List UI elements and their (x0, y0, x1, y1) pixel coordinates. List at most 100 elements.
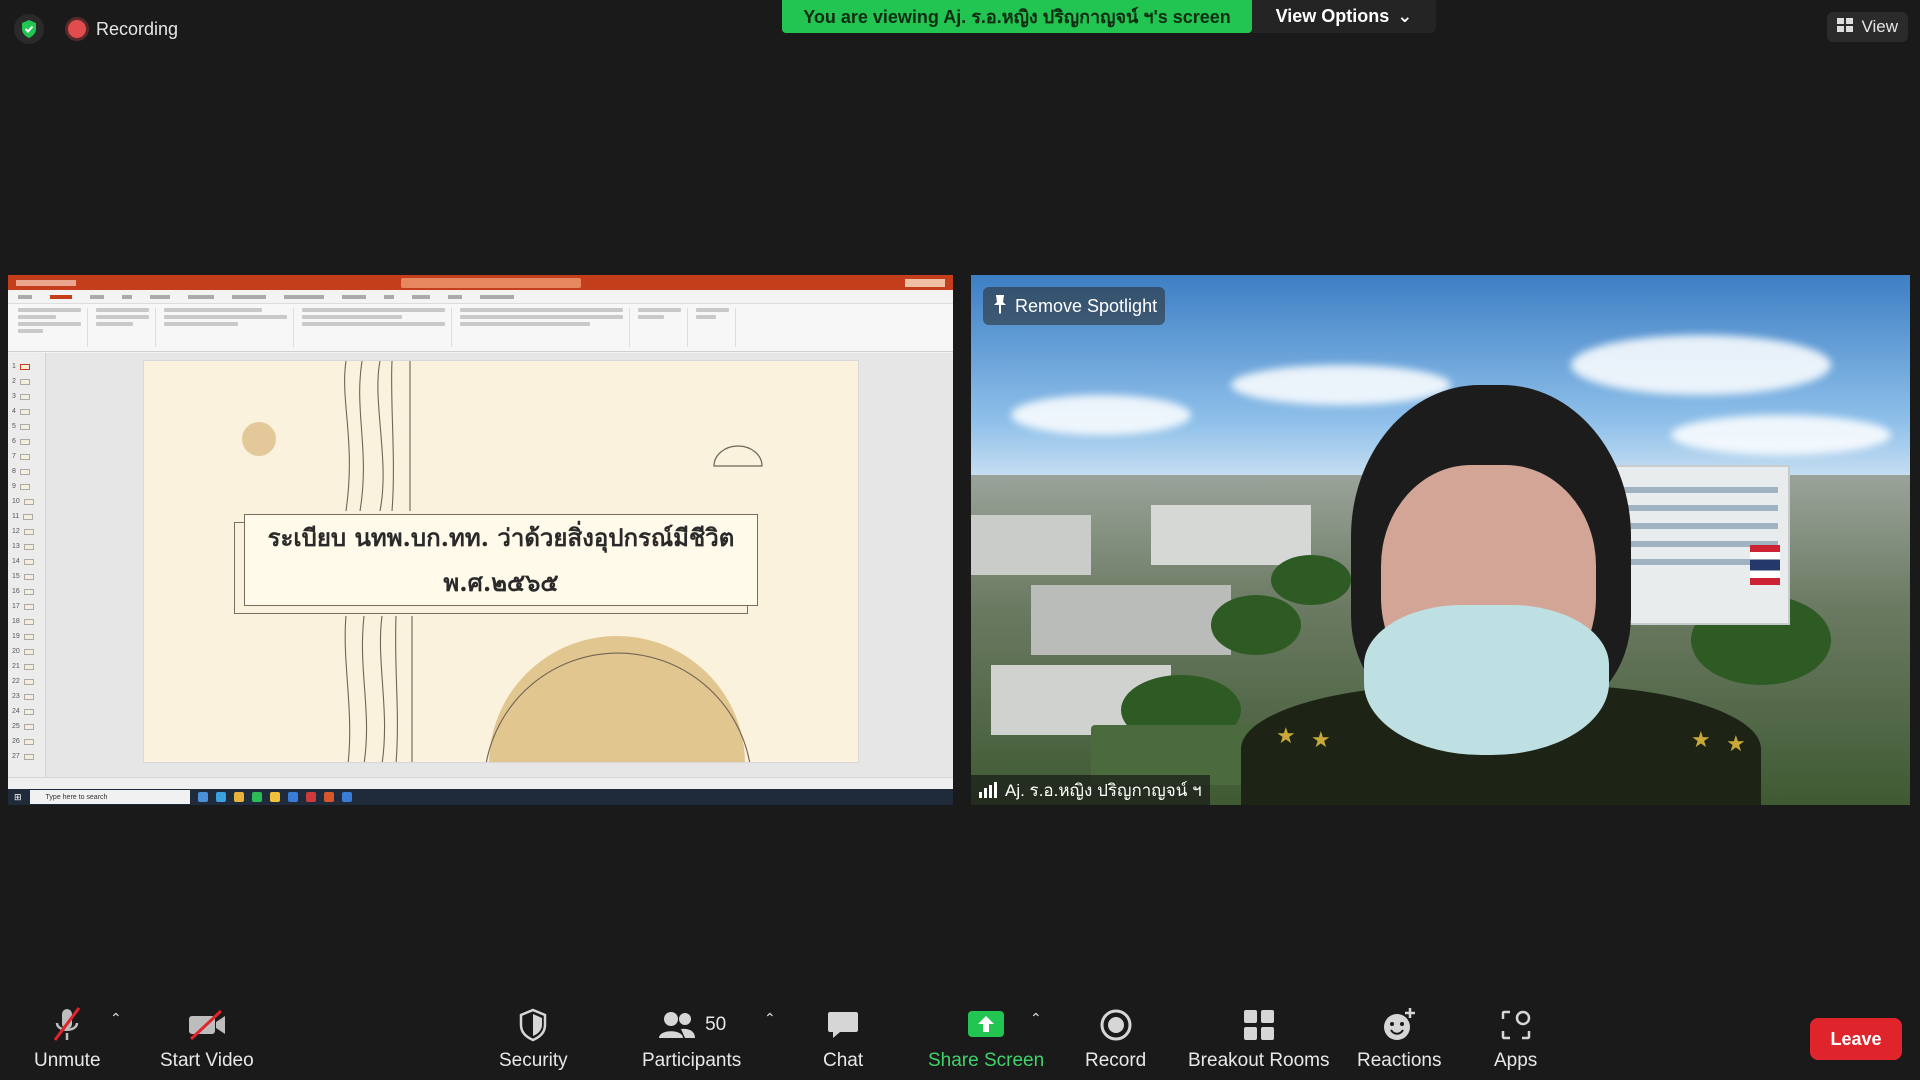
participant-mask (1364, 605, 1609, 755)
apps-label: Apps (1494, 1050, 1538, 1071)
participant-name-tag: Aj. ร.อ.หญิง ปริญกาญจน์ ฯ (971, 775, 1210, 805)
slide-thumbnail[interactable]: 17 (8, 599, 45, 614)
taskbar-app-icon (287, 792, 298, 802)
slide-thumbnail-image (23, 738, 34, 745)
slide: ระเบียบ นทพ.บก.ทท. ว่าด้วยสิ่งอุปกรณ์มีช… (143, 360, 859, 763)
slide-thumbnail[interactable]: 18 (8, 614, 45, 629)
slide-thumbnail[interactable]: 20 (8, 644, 45, 659)
slide-thumbnail[interactable]: 13 (8, 539, 45, 554)
slide-thumbnail-number: 9 (12, 483, 16, 490)
slide-thumbnail-number: 26 (12, 738, 20, 745)
apps-button[interactable]: Apps (1494, 1006, 1537, 1072)
slide-thumbnail-number: 10 (12, 498, 20, 505)
unmute-label: Unmute (34, 1050, 101, 1071)
thai-flag (1750, 545, 1780, 585)
slide-thumbnail[interactable]: 24 (8, 704, 45, 719)
slide-thumbnail-number: 14 (12, 558, 20, 565)
slide-thumbnail-number: 4 (12, 408, 16, 415)
slide-thumbnail[interactable]: 7 (8, 449, 45, 464)
slide-title-line1: ระเบียบ นทพ.บก.ทท. ว่าด้วยสิ่งอุปกรณ์มีช… (267, 523, 735, 552)
slide-thumbnail[interactable]: 23 (8, 689, 45, 704)
slide-thumbnail[interactable]: 8 (8, 464, 45, 479)
slide-thumbnail-number: 20 (12, 648, 20, 655)
slide-thumbnail[interactable]: 19 (8, 629, 45, 644)
recording-dot-icon (68, 20, 86, 38)
slide-thumbnail[interactable]: 2 (8, 374, 45, 389)
slide-editing-area: ระเบียบ นทพ.บก.ทท. ว่าด้วยสิ่งอุปกรณ์มีช… (46, 353, 953, 777)
participants-button[interactable]: 50 Participants (642, 1006, 741, 1072)
start-video-button[interactable]: Start Video (160, 1006, 254, 1072)
slide-thumbnail-number: 19 (12, 633, 20, 640)
slide-thumbnail[interactable]: 21 (8, 659, 45, 674)
view-options-button[interactable]: View Options ⌄ (1252, 0, 1436, 33)
slide-thumbnail[interactable]: 16 (8, 584, 45, 599)
slide-thumbnail-image (23, 498, 34, 505)
slide-thumbnail-image (19, 483, 30, 490)
slide-thumbnail[interactable]: 26 (8, 734, 45, 749)
chat-button[interactable]: Chat (823, 1006, 863, 1072)
slide-thumbnail-image (19, 453, 30, 460)
participant-video-panel[interactable]: ★ ★ ★ ★ Remove Spotlight Aj. ร.อ.หญิง ปร… (971, 275, 1910, 805)
taskbar-app-icon (197, 792, 208, 802)
slide-thumbnail[interactable]: 27 (8, 749, 45, 764)
slide-thumbnail[interactable]: 15 (8, 569, 45, 584)
unmute-button[interactable]: Unmute (34, 1006, 101, 1072)
slide-thumbnail-number: 23 (12, 693, 20, 700)
powerpoint-titlebar (8, 275, 953, 290)
security-button[interactable]: Security (499, 1006, 568, 1072)
slide-thumbnail-number: 7 (12, 453, 16, 460)
participants-options-caret-icon[interactable]: ⌃ (764, 1010, 776, 1027)
slide-thumbnail[interactable]: 4 (8, 404, 45, 419)
slide-thumbnail-image (23, 633, 34, 640)
participants-count: 50 (705, 1014, 727, 1035)
reactions-button[interactable]: Reactions (1357, 1006, 1442, 1072)
slide-thumbnail[interactable]: 6 (8, 434, 45, 449)
share-screen-icon (967, 1006, 1005, 1044)
signal-strength-icon (979, 782, 997, 798)
slide-thumbnail[interactable]: 5 (8, 419, 45, 434)
slide-thumbnail-image (23, 663, 34, 670)
record-button[interactable]: Record (1085, 1006, 1146, 1072)
participants-icon (659, 1012, 696, 1038)
slide-thumbnail[interactable]: 25 (8, 719, 45, 734)
audio-options-caret-icon[interactable]: ⌃ (110, 1010, 122, 1027)
powerpoint-body: 1 2 3 4 5 6 7 8 9 10 11 12 13 14 15 16 17 18 19 20 21 22 23 24 2… (8, 353, 953, 777)
reactions-smiley-icon (1381, 1006, 1417, 1044)
windows-taskbar: ⊞ Type here to search (8, 789, 953, 805)
slide-thumbnail[interactable]: 1 (8, 359, 45, 374)
slide-thumbnail-number: 22 (12, 678, 20, 685)
slide-title-line2: พ.ศ.๒๕๖๕ (443, 568, 559, 597)
slide-thumbnail[interactable]: 11 (8, 509, 45, 524)
recording-indicator[interactable]: Recording (62, 15, 184, 44)
slide-thumbnail[interactable]: 9 (8, 479, 45, 494)
slide-thumbnail-pane[interactable]: 1 2 3 4 5 6 7 8 9 10 11 12 13 14 15 16 17 18 19 20 21 22 23 24 2… (8, 353, 46, 777)
remove-spotlight-button[interactable]: Remove Spotlight (983, 287, 1166, 325)
slide-thumbnail-image (23, 558, 34, 565)
breakout-rooms-button[interactable]: Breakout Rooms (1188, 1006, 1330, 1072)
viewing-banner: You are viewing Aj. ร.อ.หญิง ปริญกาญจน์ … (782, 0, 1252, 33)
chat-label: Chat (823, 1050, 864, 1071)
share-screen-button[interactable]: Share Screen (928, 1006, 1044, 1072)
pin-icon (993, 294, 1007, 319)
slide-thumbnail[interactable]: 3 (8, 389, 45, 404)
slide-thumbnail-image (23, 723, 34, 730)
slide-thumbnail[interactable]: 14 (8, 554, 45, 569)
recording-label: Recording (96, 18, 179, 39)
leave-button[interactable]: Leave (1810, 1018, 1902, 1060)
slide-thumbnail-number: 12 (12, 528, 20, 535)
view-button[interactable]: View (1827, 12, 1908, 42)
slide-thumbnail-image (19, 423, 30, 430)
slide-thumbnail-image (23, 543, 34, 550)
slide-thumbnail-number: 13 (12, 543, 20, 550)
slide-thumbnail-image (19, 408, 30, 415)
slide-thumbnail[interactable]: 12 (8, 524, 45, 539)
share-options-caret-icon[interactable]: ⌃ (1030, 1010, 1042, 1027)
slide-title-box[interactable]: ระเบียบ นทพ.บก.ทท. ว่าด้วยสิ่งอุปกรณ์มีช… (244, 514, 758, 606)
slide-thumbnail[interactable]: 22 (8, 674, 45, 689)
shared-screen-panel[interactable]: 1 2 3 4 5 6 7 8 9 10 11 12 13 14 15 16 17 18 19 20 21 22 23 24 2… (8, 275, 953, 805)
taskbar-app-icon (233, 792, 244, 802)
slide-thumbnail[interactable]: 10 (8, 494, 45, 509)
security-shield-icon[interactable] (14, 14, 44, 44)
slide-thumbnail-image (19, 363, 30, 370)
slide-thumbnail-number: 24 (12, 708, 20, 715)
